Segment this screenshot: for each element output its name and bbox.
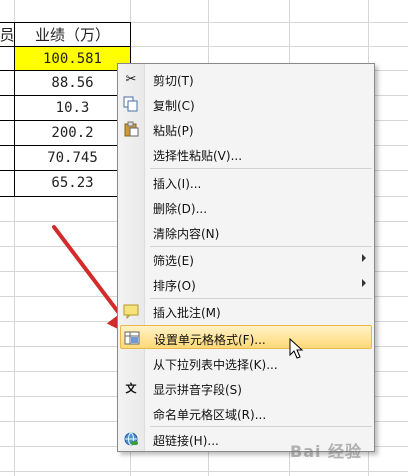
menu-item-paste-special[interactable]: 选择性粘贴(V)... [120,142,372,166]
menu-item-label: 插入批注(M) [153,306,221,320]
menu-item-sort[interactable]: 排序(O) [120,272,372,296]
context-menu: ✂ 剪切(T) 复制(C) 粘贴(P) 选择性粘贴(V)... 插入(I)...… [117,63,375,452]
menu-item-insert[interactable]: 插入(I)... [120,170,372,194]
menu-item-label: 粘贴(P) [153,124,194,138]
menu-item-label: 命名单元格区域(R)... [153,408,267,422]
menu-item-pick-from-list[interactable]: 从下拉列表中选择(K)... [120,351,372,375]
menu-item-define-name[interactable]: 命名单元格区域(R)... [120,401,372,425]
mouse-cursor-icon [289,338,304,359]
menu-item-label: 筛选(E) [153,254,194,268]
menu-item-label: 删除(D)... [153,202,208,216]
scissors-icon: ✂ [125,71,137,87]
format-cells-icon [123,329,141,347]
menu-item-filter[interactable]: 筛选(E) [120,247,372,271]
menu-item-format-cells[interactable]: 设置单元格格式(F)... [120,325,372,349]
menu-item-label: 排序(O) [153,279,196,293]
menu-item-insert-comment[interactable]: 插入批注(M) [120,299,372,323]
menu-item-label: 插入(I)... [153,177,202,191]
menu-item-show-phonetic[interactable]: 文 显示拼音字段(S) [120,376,372,400]
comment-icon [122,302,140,320]
menu-item-label: 设置单元格格式(F)... [154,333,266,347]
watermark: Bai 经验 [290,442,363,461]
menu-item-paste[interactable]: 粘贴(P) [120,117,372,141]
menu-item-label: 选择性粘贴(V)... [153,149,243,163]
menu-item-clear-contents[interactable]: 清除内容(N) [120,220,372,244]
menu-item-label: 清除内容(N) [153,227,220,241]
menu-item-cut[interactable]: ✂ 剪切(T) [120,67,372,91]
menu-item-copy[interactable]: 复制(C) [120,92,372,116]
menu-item-label: 从下拉列表中选择(K)... [153,358,278,372]
copy-icon [122,95,140,113]
menu-separator [150,168,372,169]
menu-item-label: 显示拼音字段(S) [153,383,242,397]
menu-item-label: 复制(C) [153,99,195,113]
phonetic-icon: 文 [125,382,137,395]
hyperlink-icon [122,430,140,448]
menu-item-label: 超链接(H)... [153,434,219,448]
paste-icon [122,120,140,138]
menu-item-label: 剪切(T) [153,74,194,88]
submenu-arrow-icon [362,279,366,287]
menu-item-delete[interactable]: 删除(D)... [120,195,372,219]
submenu-arrow-icon [362,254,366,262]
